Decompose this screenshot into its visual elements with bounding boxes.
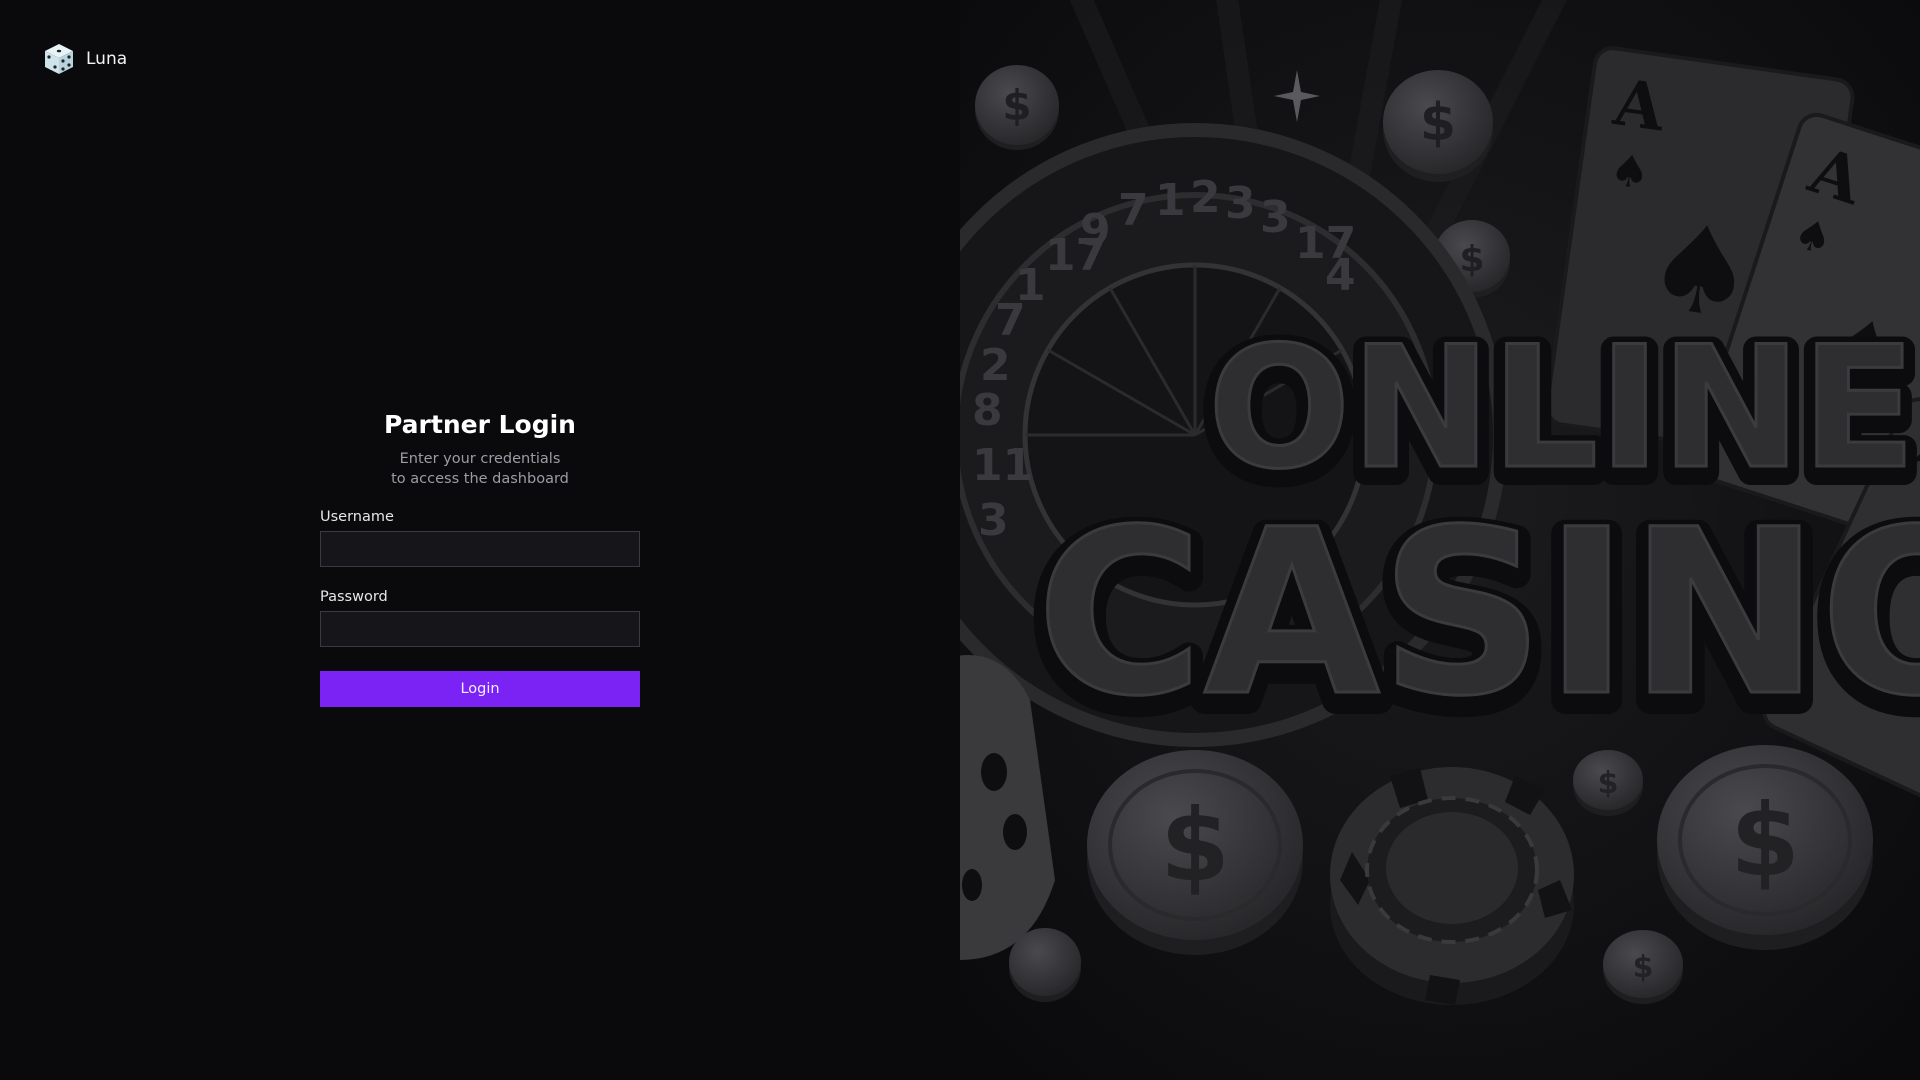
svg-text:3: 3: [1225, 178, 1256, 229]
svg-text:3: 3: [978, 495, 1009, 546]
brand-name: Luna: [86, 49, 128, 69]
coin-small-bottom-left: [1009, 928, 1081, 1002]
svg-text:8: 8: [972, 385, 1003, 436]
casino-hero-image: $ $ $ 3 11 8 2 7 1 17 9 7 1 2 3 3 17 4 A…: [960, 0, 1920, 1080]
username-input[interactable]: [320, 531, 640, 567]
svg-text:11: 11: [972, 440, 1033, 491]
username-group: Username: [320, 509, 640, 567]
svg-text:4: 4: [1325, 250, 1356, 301]
svg-text:♠: ♠: [1607, 144, 1653, 200]
subtitle-line-2: to access the dashboard: [391, 471, 569, 487]
svg-text:CASINO: CASINO: [1036, 480, 1920, 746]
svg-text:ONLINE: ONLINE: [1208, 310, 1916, 506]
poker-chip: [1330, 767, 1574, 1005]
coin-bottom-right: $: [1657, 745, 1873, 950]
password-group: Password: [320, 589, 640, 647]
svg-text:2: 2: [980, 340, 1011, 391]
svg-text:7: 7: [1118, 185, 1149, 236]
page-title: Partner Login: [384, 410, 576, 439]
password-input[interactable]: [320, 611, 640, 647]
subtitle-line-1: Enter your credentials: [399, 451, 561, 467]
coin-top-left: $: [975, 65, 1059, 150]
svg-text:9: 9: [1080, 205, 1111, 256]
login-panel: Luna Partner Login Enter your credential…: [0, 0, 960, 1080]
coin-top-center: $: [1383, 70, 1493, 182]
svg-text:$: $: [1633, 950, 1654, 985]
coin-small-right: $: [1573, 750, 1643, 816]
brand[interactable]: Luna: [42, 42, 127, 76]
svg-text:1: 1: [1155, 175, 1186, 226]
svg-text:$: $: [1160, 787, 1230, 904]
username-label: Username: [320, 509, 394, 525]
svg-text:1: 1: [1015, 260, 1046, 311]
page-subtitle: Enter your credentials to access the das…: [320, 449, 640, 489]
svg-text:$: $: [1459, 239, 1484, 280]
hero-panel: $ $ $ 3 11 8 2 7 1 17 9 7 1 2 3 3 17 4 A…: [960, 0, 1920, 1080]
svg-text:$: $: [1002, 81, 1031, 130]
login-button[interactable]: Login: [320, 671, 640, 707]
password-label: Password: [320, 589, 388, 605]
svg-text:2: 2: [1190, 172, 1221, 223]
svg-text:3: 3: [1260, 192, 1291, 243]
coin-small-bottom-right: $: [1603, 930, 1683, 1004]
svg-text:$: $: [1730, 782, 1800, 899]
coin-bottom-left: $: [1087, 750, 1303, 955]
svg-text:$: $: [1598, 766, 1619, 801]
svg-text:$: $: [1420, 93, 1456, 153]
dice-icon: [45, 44, 73, 74]
login-form: Partner Login Enter your credentials to …: [320, 410, 640, 707]
